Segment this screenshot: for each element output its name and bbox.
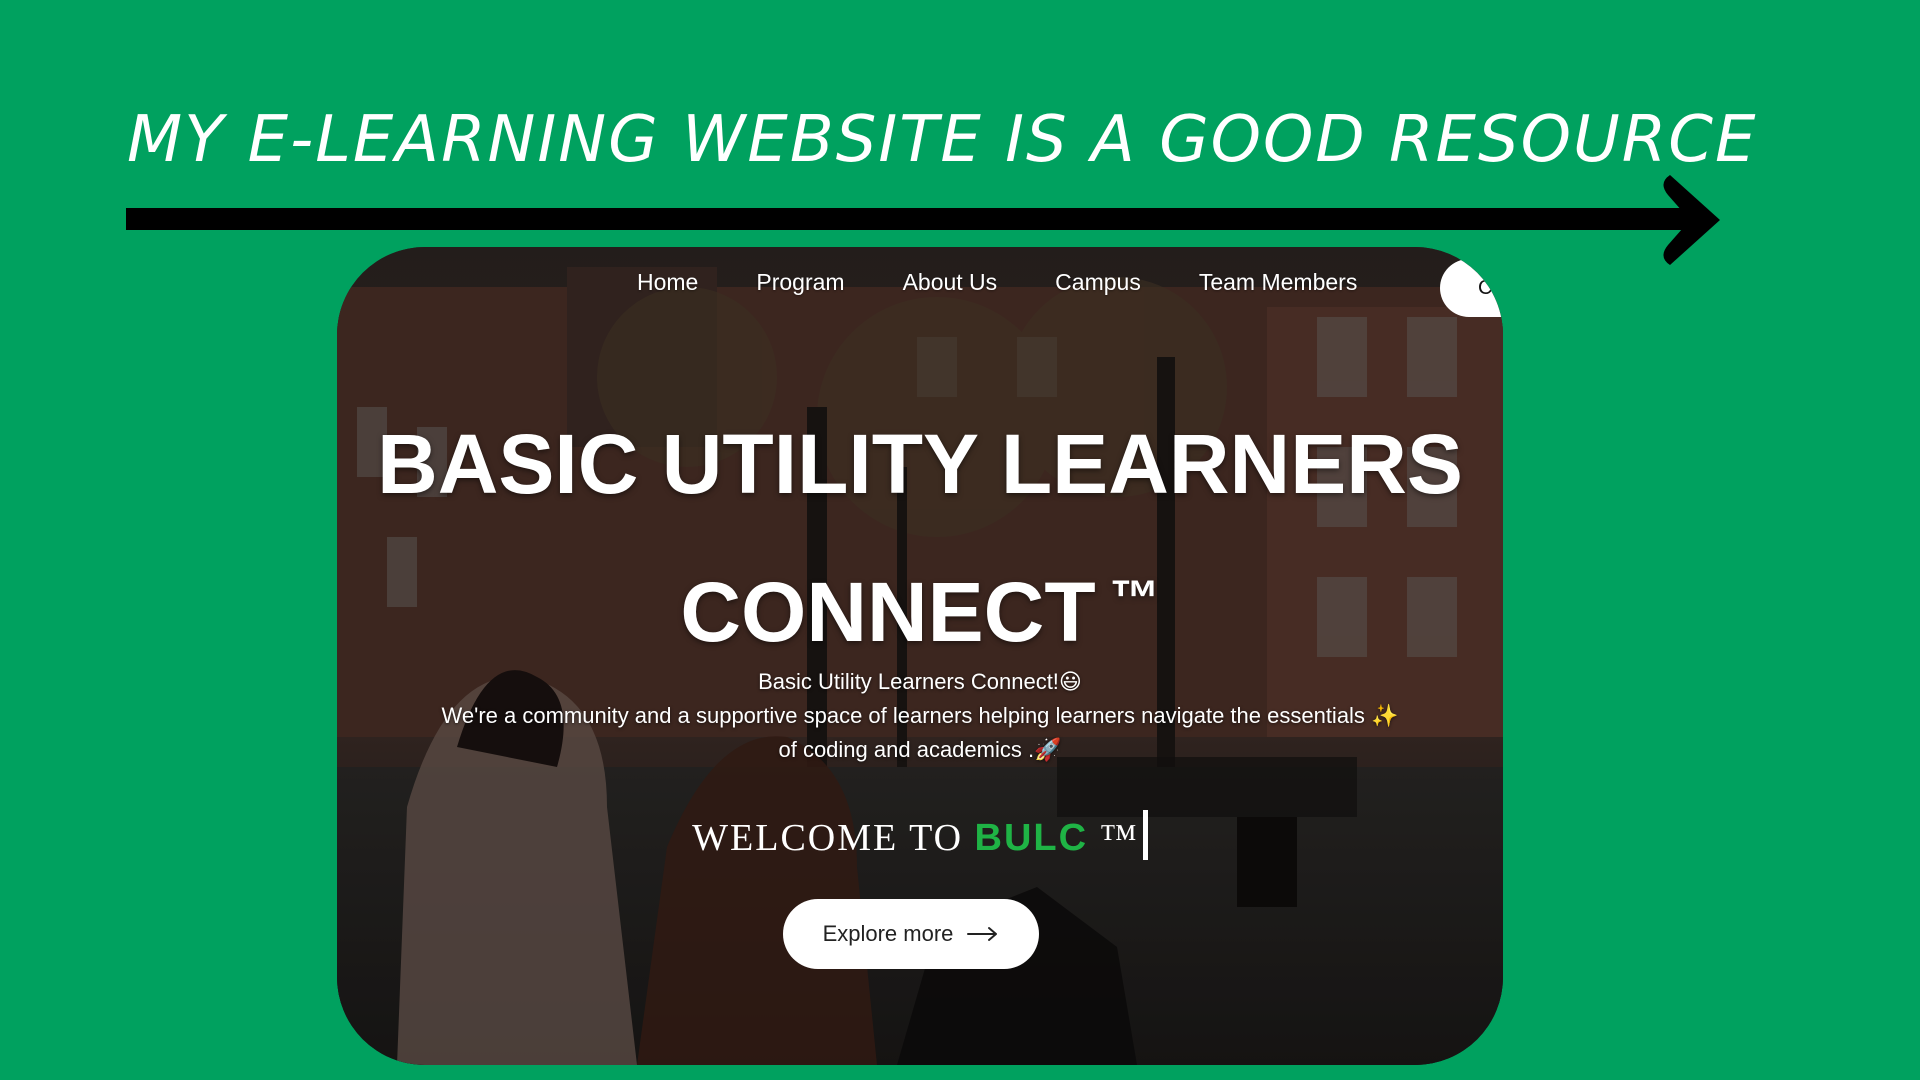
welcome-prefix: WELCOME TO — [692, 817, 964, 859]
explore-more-label: Explore more — [822, 921, 954, 946]
hero-title: BASIC UTILITY LEARNERS CONNECT ™ — [337, 397, 1503, 679]
welcome-trademark: ™ — [1099, 817, 1139, 859]
hero-trademark: ™ — [1109, 570, 1160, 626]
nav-campus[interactable]: Campus — [1055, 269, 1141, 296]
nav-about-us[interactable]: About Us — [903, 269, 998, 296]
nav-team-members[interactable]: Team Members — [1199, 269, 1357, 296]
arrow-right-icon — [967, 927, 998, 941]
arrow-shaft — [126, 208, 1696, 230]
intro-line1: Basic Utility Learners Connect! — [758, 669, 1059, 694]
hero-title-line1: BASIC UTILITY LEARNERS — [377, 417, 1463, 511]
intro-line2: We're a community and a supportive space… — [441, 703, 1365, 728]
website-screenshot-card: Home Program About Us Campus Team Member… — [337, 247, 1503, 1065]
sparkles-icon: ✨ — [1371, 704, 1399, 729]
nav-cta-button[interactable]: C — [1440, 259, 1503, 317]
rocket-icon: 🚀 — [1034, 738, 1062, 763]
grinning-face-icon: 😃 — [1058, 670, 1082, 695]
nav-home[interactable]: Home — [637, 269, 698, 296]
welcome-brand: BULC — [974, 817, 1089, 859]
hero-title-line2: CONNECT — [680, 565, 1096, 659]
welcome-typewriter: WELCOME TO BULC ™ — [337, 810, 1503, 860]
explore-more-button[interactable]: Explore more — [783, 899, 1039, 969]
typing-cursor — [1142, 810, 1148, 860]
main-nav: Home Program About Us Campus Team Member… — [637, 269, 1415, 296]
hero-intro: Basic Utility Learners Connect!😃 We're a… — [377, 665, 1463, 767]
nav-program[interactable]: Program — [756, 269, 844, 296]
intro-line3: of coding and academics . — [778, 737, 1035, 762]
